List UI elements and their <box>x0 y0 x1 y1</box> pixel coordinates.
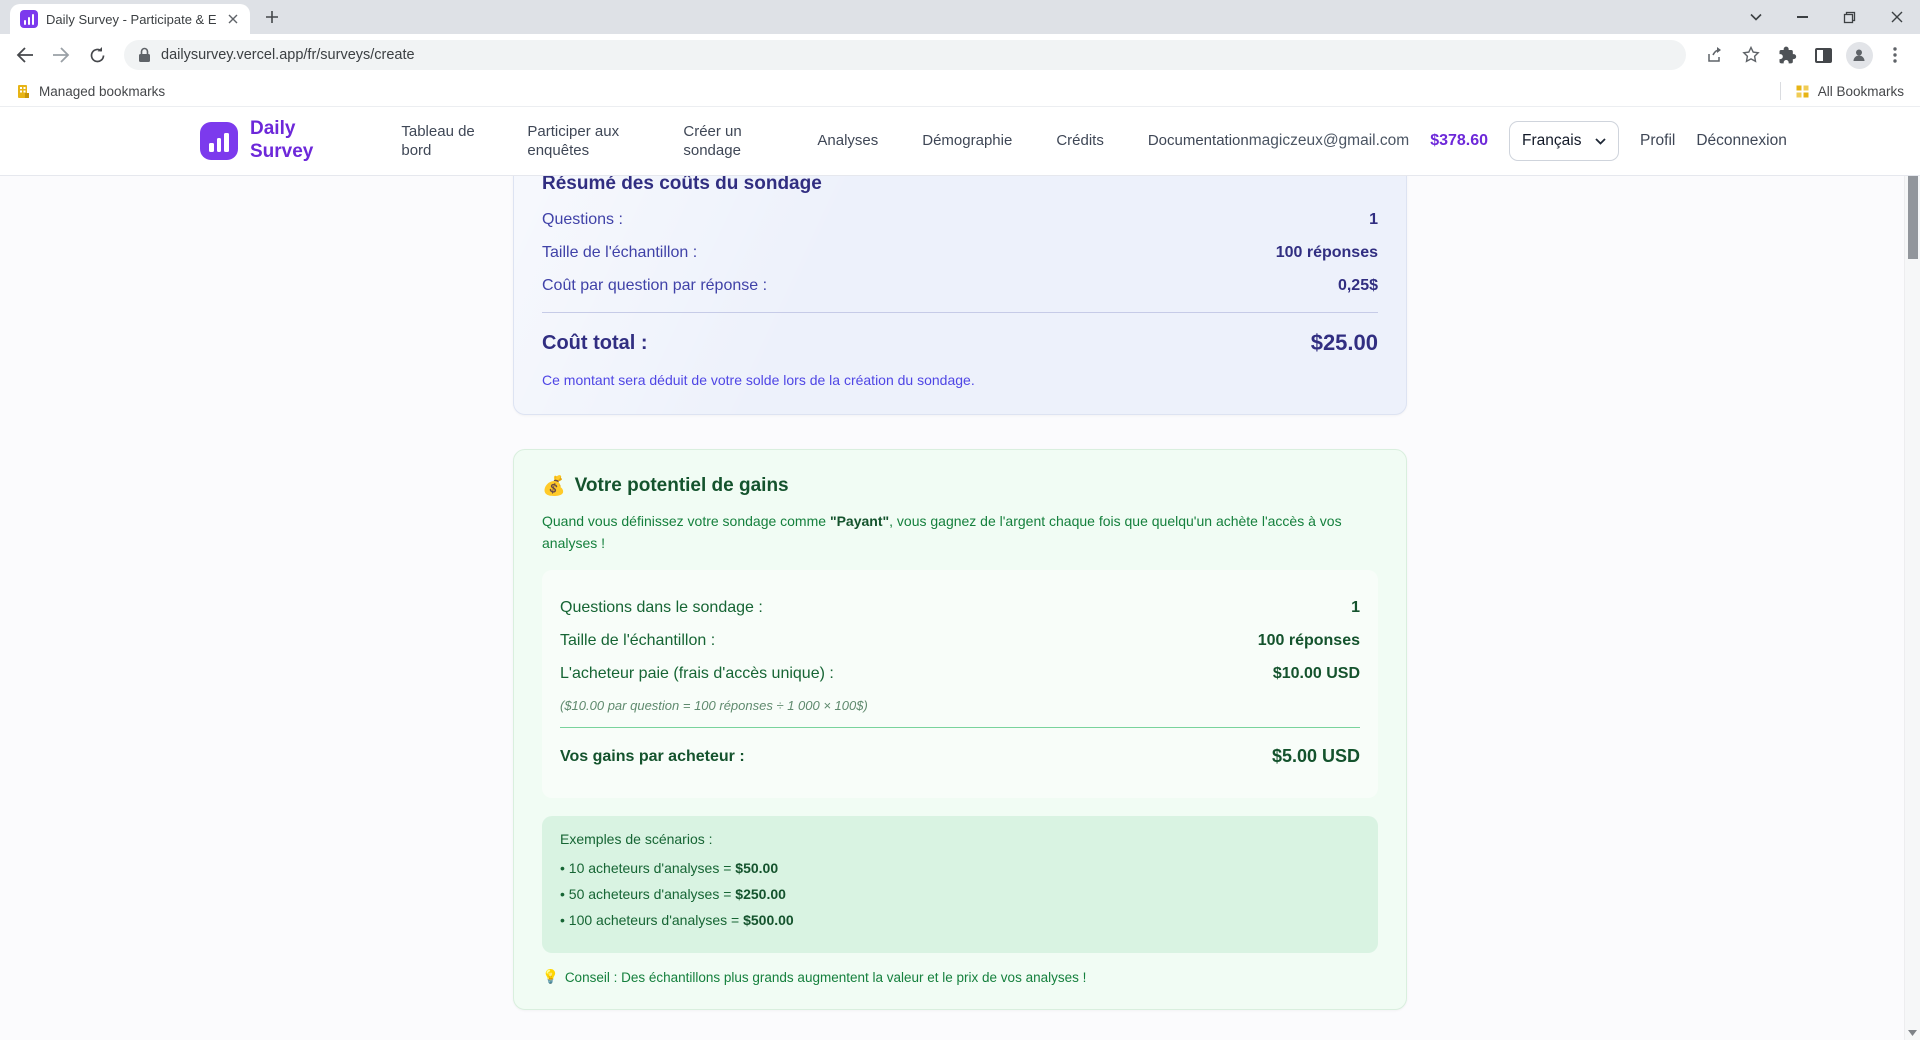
page-body: Résumé des coûts du sondage Questions : … <box>0 150 1920 1014</box>
reload-icon[interactable] <box>80 38 114 72</box>
restore-button[interactable] <box>1826 0 1873 34</box>
tab-strip: Daily Survey - Participate & Earn <box>0 0 1920 34</box>
scenario-line: • 50 acheteurs d'analyses = $250.00 <box>560 886 1360 902</box>
earnings-detail-panel: Questions dans le sondage : 1 Taille de … <box>542 570 1378 798</box>
cost-note: Ce montant sera déduit de votre solde lo… <box>542 372 1378 388</box>
tab-close-icon[interactable] <box>224 10 242 28</box>
tip-text: Conseil : Des échantillons plus grands a… <box>565 970 1087 985</box>
earn-row-questions: Questions dans le sondage : 1 <box>560 599 1360 617</box>
balance-amount[interactable]: $378.60 <box>1430 132 1488 150</box>
browser-menu-kebab-icon[interactable] <box>1878 38 1912 72</box>
earn-row-value: $10.00 USD <box>1273 665 1360 683</box>
managed-bookmarks-folder-icon <box>16 84 31 99</box>
earn-row-value: 100 réponses <box>1258 632 1360 650</box>
cost-card-title: Résumé des coûts du sondage <box>542 173 1378 195</box>
bookmarks-divider <box>1780 82 1781 100</box>
cost-row-value: 0,25$ <box>1338 277 1378 295</box>
earn-row-buyer-pays: L'acheteur paie (frais d'accès unique) :… <box>560 665 1360 683</box>
url-text: dailysurvey.vercel.app/fr/surveys/create <box>161 47 415 63</box>
cost-summary-card: Résumé des coûts du sondage Questions : … <box>513 150 1407 415</box>
nav-documentation[interactable]: Documentation <box>1148 131 1249 151</box>
window-controls <box>1732 0 1920 34</box>
all-bookmarks-label: All Bookmarks <box>1818 84 1904 99</box>
scroll-down-icon[interactable] <box>1905 1026 1920 1040</box>
earnings-intro: Quand vous définissez votre sondage comm… <box>542 511 1378 554</box>
earnings-potential-card: 💰 Votre potentiel de gains Quand vous dé… <box>513 449 1407 1010</box>
browser-toolbar: dailysurvey.vercel.app/fr/surveys/create <box>0 34 1920 76</box>
app-header: Daily Survey Tableau de bord Participer … <box>0 107 1920 176</box>
profile-link[interactable]: Profil <box>1640 132 1675 150</box>
cost-row-value: 100 réponses <box>1276 244 1378 262</box>
new-tab-button[interactable] <box>258 3 286 31</box>
cost-divider <box>542 312 1378 313</box>
earn-row-label: L'acheteur paie (frais d'accès unique) : <box>560 665 834 683</box>
earnings-card-title-row: 💰 Votre potentiel de gains <box>542 474 1378 498</box>
nav-dashboard[interactable]: Tableau de bord <box>401 122 483 161</box>
lightbulb-icon: 💡 <box>542 969 559 985</box>
language-selected: Français <box>1522 132 1581 150</box>
bar-chart-logo-icon <box>200 122 238 160</box>
nav-demographics[interactable]: Démographie <box>922 131 1012 151</box>
page-scrollbar[interactable] <box>1904 107 1920 1040</box>
language-select[interactable]: Français <box>1509 121 1619 161</box>
main-nav: Tableau de bord Participer aux enquêtes … <box>401 122 1248 161</box>
scenario-line: • 10 acheteurs d'analyses = $50.00 <box>560 860 1360 876</box>
logout-link[interactable]: Déconnexion <box>1696 132 1786 150</box>
scenarios-title: Exemples de scénarios : <box>560 831 1360 847</box>
cost-total-label: Coût total : <box>542 332 648 355</box>
all-bookmarks-icon <box>1795 84 1810 99</box>
bookmarks-bar: Managed bookmarks All Bookmarks <box>0 76 1920 107</box>
brand-name: Daily Survey <box>250 118 313 164</box>
tip-line: 💡 Conseil : Des échantillons plus grands… <box>542 969 1378 985</box>
price-formula: ($10.00 par question = 100 réponses ÷ 1 … <box>560 698 1360 713</box>
profile-avatar-icon[interactable] <box>1842 38 1876 72</box>
minimize-button[interactable] <box>1779 0 1826 34</box>
cost-total-value: $25.00 <box>1311 330 1378 356</box>
cost-row-value: 1 <box>1369 211 1378 229</box>
earn-gain-row: Vos gains par acheteur : $5.00 USD <box>560 746 1360 767</box>
cost-row-label: Taille de l'échantillon : <box>542 244 697 262</box>
cost-row-label: Questions : <box>542 211 623 229</box>
earnings-divider <box>560 727 1360 728</box>
site-favicon-icon <box>20 10 38 28</box>
cost-row-sample-size: Taille de l'échantillon : 100 réponses <box>542 244 1378 262</box>
earn-row-value: 1 <box>1351 599 1360 617</box>
close-window-button[interactable] <box>1873 0 1920 34</box>
brand-logo[interactable]: Daily Survey <box>200 118 313 164</box>
moneybag-icon: 💰 <box>542 474 566 498</box>
earn-row-label: Taille de l'échantillon : <box>560 632 715 650</box>
all-bookmarks[interactable]: All Bookmarks <box>1795 84 1904 99</box>
nav-credits[interactable]: Crédits <box>1056 131 1104 151</box>
account-area: magiczeux@gmail.com $378.60 Français Pro… <box>1249 121 1787 161</box>
managed-bookmarks-label: Managed bookmarks <box>39 84 165 99</box>
gain-value: $5.00 USD <box>1272 746 1360 767</box>
side-panel-icon[interactable] <box>1806 38 1840 72</box>
gain-label: Vos gains par acheteur : <box>560 748 745 766</box>
scenario-line: • 100 acheteurs d'analyses = $500.00 <box>560 912 1360 928</box>
browser-tab[interactable]: Daily Survey - Participate & Earn <box>10 4 250 34</box>
cost-row-questions: Questions : 1 <box>542 211 1378 229</box>
tab-title: Daily Survey - Participate & Earn <box>46 12 216 27</box>
chevron-down-icon <box>1595 138 1606 145</box>
cost-total-row: Coût total : $25.00 <box>542 330 1378 356</box>
user-email: magiczeux@gmail.com <box>1249 132 1409 150</box>
nav-analytics[interactable]: Analyses <box>817 131 878 151</box>
managed-bookmarks[interactable]: Managed bookmarks <box>16 84 165 99</box>
cost-row-label: Coût par question par réponse : <box>542 277 767 295</box>
bookmark-star-icon[interactable] <box>1734 38 1768 72</box>
url-bar[interactable]: dailysurvey.vercel.app/fr/surveys/create <box>124 40 1686 70</box>
scenarios-box: Exemples de scénarios : • 10 acheteurs d… <box>542 816 1378 953</box>
cost-row-per-question: Coût par question par réponse : 0,25$ <box>542 277 1378 295</box>
lock-icon <box>138 47 151 63</box>
earn-row-label: Questions dans le sondage : <box>560 599 763 617</box>
nav-create-survey[interactable]: Créer un sondage <box>683 122 773 161</box>
extensions-puzzle-icon[interactable] <box>1770 38 1804 72</box>
earnings-card-title: Votre potentiel de gains <box>575 475 789 497</box>
nav-participate[interactable]: Participer aux enquêtes <box>527 122 639 161</box>
back-icon[interactable] <box>8 38 42 72</box>
tab-search-chevron-icon[interactable] <box>1732 0 1779 34</box>
forward-icon[interactable] <box>44 38 78 72</box>
share-icon[interactable] <box>1698 38 1732 72</box>
earn-row-sample-size: Taille de l'échantillon : 100 réponses <box>560 632 1360 650</box>
